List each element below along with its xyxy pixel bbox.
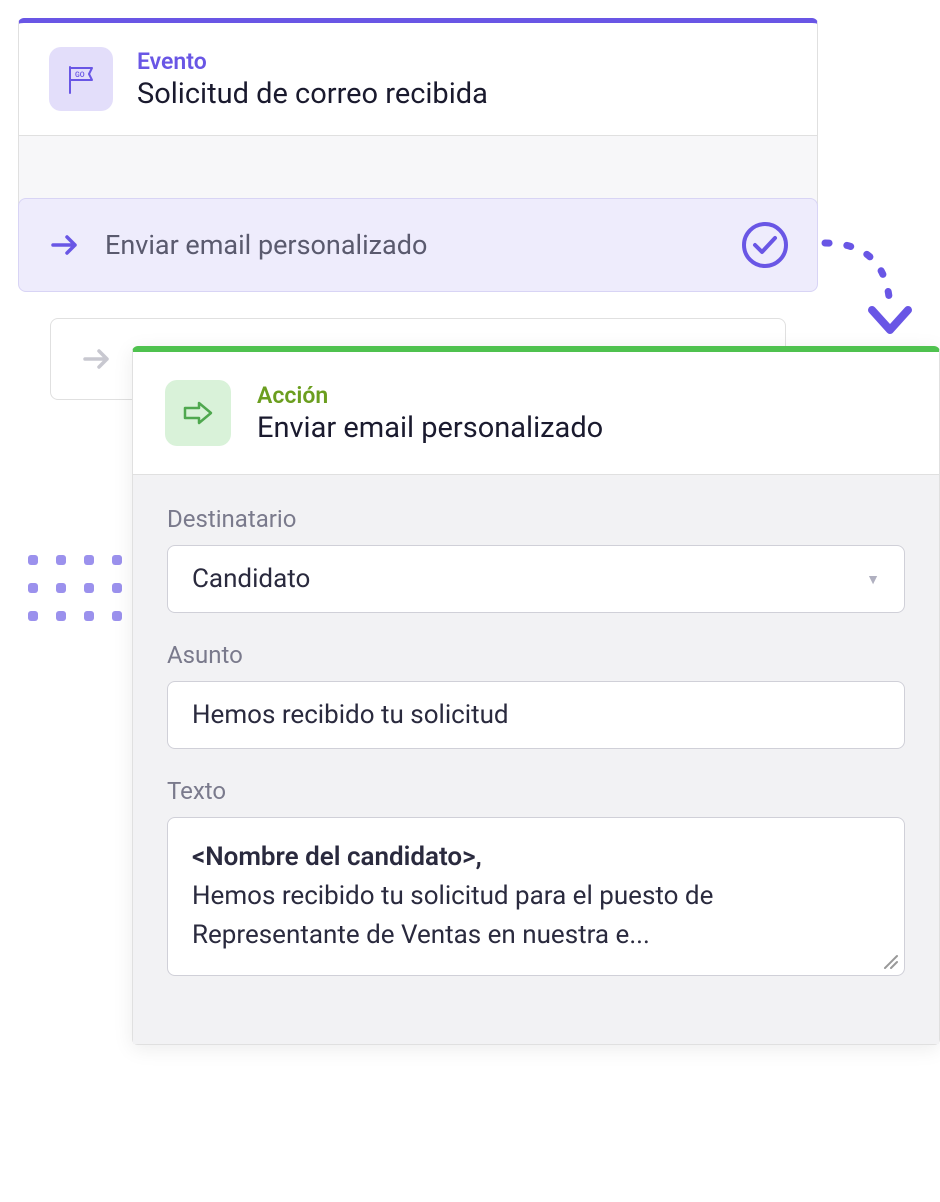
form-group-subject: Asunto	[167, 641, 905, 749]
flag-go-icon: GO	[63, 61, 99, 97]
event-labels: Evento Solicitud de correo recibida	[137, 48, 488, 111]
subject-label: Asunto	[167, 641, 905, 669]
form-group-body: Texto <Nombre del candidato>, Hemos reci…	[167, 777, 905, 976]
recipient-select[interactable]: Candidato ▼	[167, 545, 905, 613]
action-title: Enviar email personalizado	[257, 411, 603, 445]
body-placeholder-token: <Nombre del candidato>,	[192, 842, 482, 872]
arrow-right-outline-icon	[179, 394, 217, 432]
recipient-value: Candidato	[192, 564, 310, 594]
action-header: Acción Enviar email personalizado	[133, 352, 939, 474]
action-type-label: Acción	[257, 382, 603, 409]
decoration-dots	[28, 555, 122, 621]
recipient-label: Destinatario	[167, 505, 905, 533]
event-header: GO Evento Solicitud de correo recibida	[19, 23, 817, 135]
checkmark-circle-icon	[741, 221, 789, 269]
form-group-recipient: Destinatario Candidato ▼	[167, 505, 905, 613]
step-active-text: Enviar email personalizado	[105, 229, 719, 261]
body-textarea[interactable]: <Nombre del candidato>, Hemos recibido t…	[167, 817, 905, 976]
event-icon-box: GO	[49, 47, 113, 111]
event-type-label: Evento	[137, 48, 488, 75]
action-labels: Acción Enviar email personalizado	[257, 382, 603, 445]
body-label: Texto	[167, 777, 905, 805]
action-card: Acción Enviar email personalizado Destin…	[132, 346, 940, 1045]
svg-text:GO: GO	[75, 71, 85, 79]
event-title: Solicitud de correo recibida	[137, 77, 488, 111]
arrow-right-icon	[47, 227, 83, 263]
connector-arrow-icon	[820, 228, 930, 348]
arrow-right-icon	[79, 341, 115, 377]
caret-down-icon: ▼	[866, 571, 880, 588]
workflow-step-active[interactable]: Enviar email personalizado	[18, 198, 818, 292]
action-icon-box	[165, 380, 231, 446]
action-form: Destinatario Candidato ▼ Asunto Texto <N…	[133, 474, 939, 1044]
subject-input[interactable]	[167, 681, 905, 749]
body-content-text: Hemos recibido tu solicitud para el pues…	[192, 881, 713, 950]
